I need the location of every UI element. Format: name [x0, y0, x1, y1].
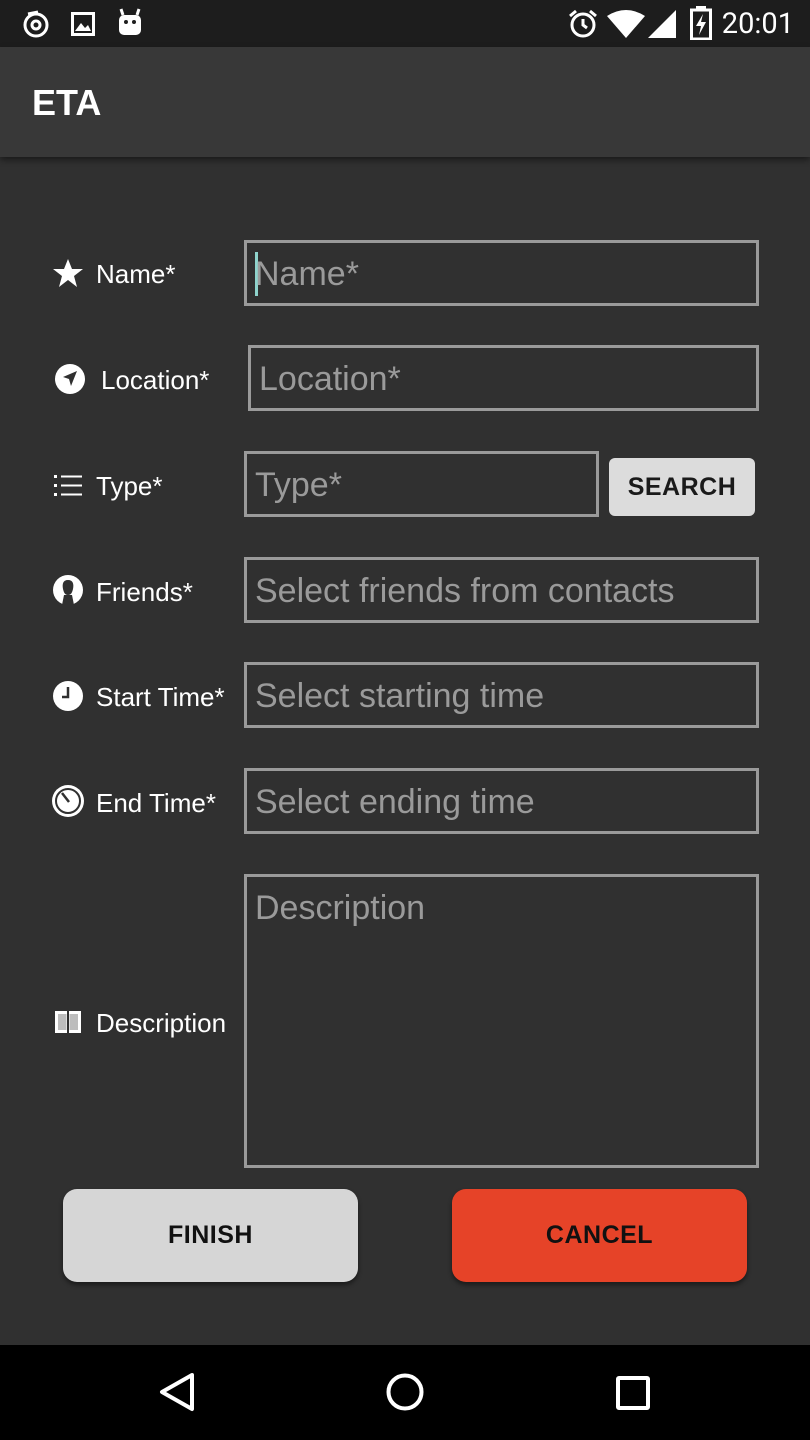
status-bar: 20:01 — [0, 0, 810, 47]
android-icon — [119, 8, 141, 35]
end-time-input[interactable]: Select ending time — [244, 768, 759, 834]
signal-icon — [648, 10, 676, 38]
timer-icon — [52, 785, 84, 817]
name-label: Name* — [96, 259, 176, 289]
status-time: 20:01 — [721, 7, 794, 41]
name-placeholder: Name* — [255, 255, 359, 293]
book-icon — [55, 1011, 81, 1033]
type-placeholder: Type* — [255, 466, 342, 504]
navigation-icon — [55, 364, 85, 394]
app-title: ETA — [32, 82, 102, 123]
notification-swirl-icon — [23, 10, 49, 38]
start-time-label: Start Time* — [96, 682, 225, 712]
alarm-icon — [569, 9, 597, 38]
end-time-label: End Time* — [96, 788, 216, 818]
search-button[interactable]: SEARCH — [609, 458, 755, 516]
end-time-placeholder: Select ending time — [255, 783, 535, 821]
home-icon[interactable] — [385, 1372, 425, 1412]
star-icon — [53, 259, 83, 287]
description-label: Description — [96, 1008, 227, 1038]
location-label: Location* — [101, 365, 210, 395]
friends-placeholder: Select friends from contacts — [255, 572, 675, 610]
back-icon[interactable] — [158, 1372, 196, 1412]
location-placeholder: Location* — [259, 360, 401, 398]
battery-charging-icon — [690, 6, 712, 40]
cancel-button[interactable]: CANCEL — [452, 1189, 747, 1282]
person-icon — [53, 575, 83, 605]
type-label: Type* — [96, 471, 163, 501]
clock-icon — [53, 681, 83, 711]
start-time-input[interactable]: Select starting time — [244, 662, 759, 728]
recents-icon[interactable] — [615, 1375, 651, 1411]
list-icon — [54, 475, 82, 496]
type-input[interactable]: Type* — [244, 451, 599, 517]
finish-button[interactable]: FINISH — [63, 1189, 358, 1282]
description-placeholder: Description — [255, 889, 426, 927]
wifi-icon — [607, 10, 645, 38]
location-input[interactable]: Location* — [248, 345, 759, 411]
friends-input[interactable]: Select friends from contacts — [244, 557, 759, 623]
start-time-placeholder: Select starting time — [255, 677, 545, 715]
image-icon — [71, 12, 95, 36]
name-input[interactable]: Name* — [244, 240, 759, 306]
friends-label: Friends* — [96, 577, 193, 607]
app-bar: ETA — [0, 47, 810, 157]
description-textarea[interactable]: Description — [244, 874, 759, 1168]
navigation-bar — [0, 1345, 810, 1440]
